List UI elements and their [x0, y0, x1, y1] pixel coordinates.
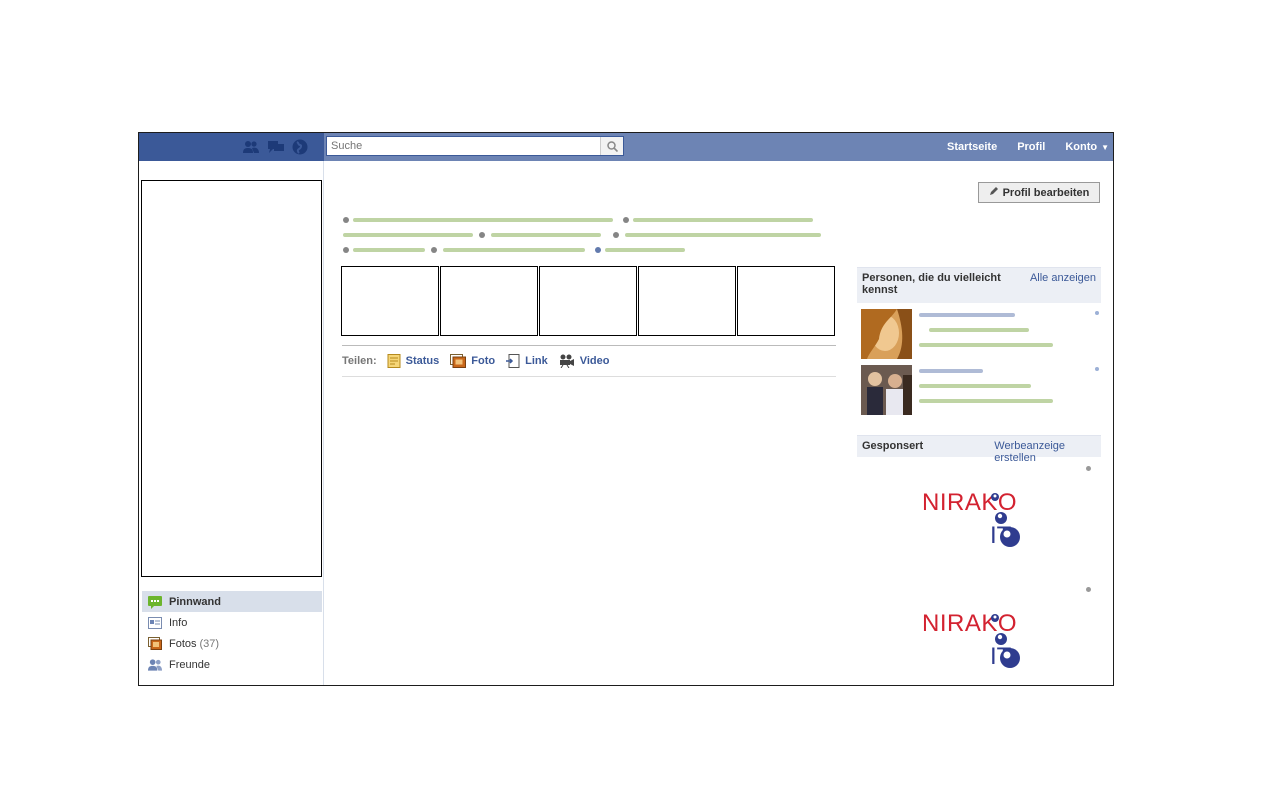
dismiss-icon[interactable] — [1095, 367, 1099, 371]
blurred-text — [353, 248, 425, 252]
avatar[interactable] — [861, 365, 912, 415]
nav-account-label: Konto — [1065, 141, 1098, 153]
people-box-header: Personen, die du vielleicht kennst Alle … — [857, 267, 1101, 303]
nav-item-label: Fotos — [169, 637, 197, 650]
photo-strip — [341, 266, 836, 336]
link-icon — [506, 354, 520, 368]
blurred-text — [919, 399, 1053, 403]
nav-item-label: Pinnwand — [169, 595, 221, 608]
dismiss-icon[interactable] — [1095, 311, 1099, 315]
friends-icon[interactable] — [243, 139, 259, 155]
share-status-button[interactable]: Status — [387, 354, 440, 368]
bullet-icon — [479, 232, 485, 238]
share-option-label: Foto — [471, 355, 496, 367]
share-option-label: Video — [579, 355, 610, 367]
bullet-icon — [343, 247, 349, 253]
blurred-text — [919, 343, 1053, 347]
share-option-label: Link — [525, 355, 548, 367]
ad-logo[interactable]: NIRAKO IT — [922, 606, 1082, 676]
photo-thumbnail[interactable] — [341, 266, 439, 336]
ad-logo[interactable]: NIRAKO IT — [922, 485, 1082, 555]
avatar[interactable] — [861, 309, 912, 359]
photo-thumbnail[interactable] — [737, 266, 835, 336]
nav-item-label: Freunde — [169, 658, 210, 671]
photo-thumbnail[interactable] — [539, 266, 637, 336]
facebook-profile-window: Startseite Profil Konto ▼ Pinnwand Info — [138, 132, 1114, 686]
blurred-text — [625, 233, 821, 237]
blurred-text — [633, 218, 813, 222]
pencil-icon — [989, 186, 999, 199]
left-column: Pinnwand Info Fotos (37) Freunde — [139, 161, 324, 685]
suggestion-item — [861, 365, 1101, 415]
profile-nav: Pinnwand Info Fotos (37) Freunde — [142, 591, 322, 675]
nav-account-menu[interactable]: Konto ▼ — [1065, 141, 1109, 153]
blurred-link[interactable] — [605, 248, 685, 252]
logo-bubbles-icon — [991, 614, 1020, 668]
see-all-link[interactable]: Alle anzeigen — [1030, 272, 1096, 299]
search-button[interactable] — [600, 137, 623, 155]
wall-icon — [148, 595, 162, 609]
top-bar: Startseite Profil Konto ▼ — [139, 133, 1113, 161]
notifications-globe-icon[interactable] — [292, 139, 308, 155]
share-label: Teilen: — [342, 355, 377, 367]
edit-profile-button[interactable]: Profil bearbeiten — [978, 182, 1100, 203]
share-bar: Teilen: Status Foto Link Video — [342, 345, 836, 377]
messages-icon[interactable] — [268, 139, 284, 155]
nav-item-label: Info — [169, 616, 188, 629]
blurred-text — [919, 384, 1031, 388]
blurred-text — [491, 233, 601, 237]
bullet-icon — [431, 247, 437, 253]
blurred-text — [353, 218, 613, 222]
friends-nav-icon — [148, 658, 162, 672]
logo-bubbles-icon — [991, 493, 1020, 547]
ad-close-icon[interactable] — [1086, 587, 1091, 592]
ad-close-icon[interactable] — [1086, 466, 1091, 471]
share-video-button[interactable]: Video — [559, 354, 610, 368]
search-icon — [606, 140, 618, 152]
bullet-icon — [613, 232, 619, 238]
suggestion-item — [861, 309, 1101, 359]
chevron-down-icon: ▼ — [1101, 142, 1109, 152]
bullet-icon — [343, 217, 349, 223]
share-option-label: Status — [405, 355, 440, 367]
sponsored-header: Gesponsert Werbeanzeige erstellen — [857, 435, 1101, 464]
video-icon — [559, 354, 575, 368]
photo-count: (37) — [199, 637, 220, 650]
blurred-text — [929, 328, 1029, 332]
blurred-text — [443, 248, 585, 252]
nav-home-link[interactable]: Startseite — [947, 141, 997, 153]
nav-item-friends[interactable]: Freunde — [142, 654, 322, 675]
nav-item-photos[interactable]: Fotos (37) — [142, 633, 322, 654]
photos-icon — [148, 637, 162, 651]
photo-thumbnail[interactable] — [440, 266, 538, 336]
photo-icon — [450, 354, 467, 368]
bullet-icon — [623, 217, 629, 223]
create-ad-link[interactable]: Werbeanzeige erstellen — [994, 440, 1096, 464]
edit-profile-label: Profil bearbeiten — [1002, 186, 1090, 199]
sponsored-title: Gesponsert — [862, 440, 924, 452]
share-link-button[interactable]: Link — [506, 354, 548, 368]
pencil-icon — [595, 247, 601, 253]
profile-picture[interactable] — [141, 180, 322, 577]
nav-item-wall[interactable]: Pinnwand — [142, 591, 322, 612]
people-box-title: Personen, die du vielleicht kennst — [862, 272, 1001, 296]
info-icon — [148, 616, 162, 630]
nav-item-info[interactable]: Info — [142, 612, 322, 633]
top-nav: Startseite Profil Konto ▼ — [927, 133, 1109, 161]
jewel-area — [139, 133, 324, 161]
search-box[interactable] — [326, 136, 624, 156]
share-photo-button[interactable]: Foto — [450, 354, 495, 368]
nav-profile-link[interactable]: Profil — [1017, 141, 1045, 153]
status-icon — [387, 354, 401, 368]
search-input[interactable] — [327, 137, 601, 155]
blurred-name[interactable] — [919, 369, 983, 373]
blurred-name[interactable] — [919, 313, 1015, 317]
photo-thumbnail[interactable] — [638, 266, 736, 336]
blurred-text — [343, 233, 473, 237]
